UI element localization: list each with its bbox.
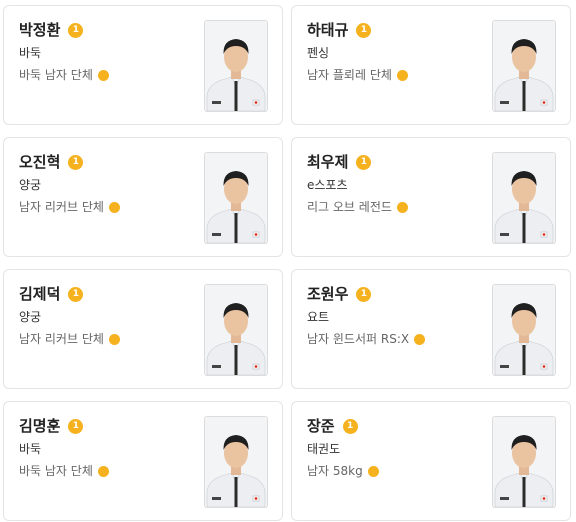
gold-dot-icon xyxy=(396,201,408,213)
athlete-card[interactable]: 김명훈 1 바둑 바둑 남자 단체 xyxy=(3,401,283,521)
athlete-sport: 바둑 xyxy=(19,46,42,60)
gold-dot-icon xyxy=(414,333,426,345)
athlete-event: 남자 윈드서퍼 RS:X xyxy=(307,331,426,347)
gold-dot-icon xyxy=(97,69,109,81)
athlete-card[interactable]: 김제덕 1 양궁 남자 리커브 단체 xyxy=(3,269,283,389)
gold-medal-icon: 1 xyxy=(356,154,372,170)
athlete-portrait-image xyxy=(205,153,267,243)
athlete-portrait-image xyxy=(205,21,267,111)
athlete-name: 박정환 1 xyxy=(19,20,84,40)
athlete-sport: 펜싱 xyxy=(307,46,330,60)
athlete-event: 남자 리커브 단체 xyxy=(19,331,120,347)
athlete-portrait-image xyxy=(205,285,267,375)
athlete-event: 남자 리커브 단체 xyxy=(19,199,120,215)
athlete-portrait-image xyxy=(205,417,267,507)
athlete-photo xyxy=(492,20,556,112)
gold-medal-icon: 1 xyxy=(68,22,84,38)
athlete-portrait-image xyxy=(493,153,555,243)
athlete-photo xyxy=(492,152,556,244)
athlete-sport: 양궁 xyxy=(19,178,42,192)
athlete-sport: 바둑 xyxy=(19,442,42,456)
athlete-photo xyxy=(492,416,556,508)
athlete-event: 남자 플뢰레 단체 xyxy=(307,67,408,83)
athlete-event: 남자 58kg xyxy=(307,463,379,479)
gold-dot-icon xyxy=(108,333,120,345)
athlete-card[interactable]: 박정환 1 바둑 바둑 남자 단체 xyxy=(3,5,283,125)
athlete-event: 리그 오브 레전드 xyxy=(307,199,408,215)
athlete-portrait-image xyxy=(493,285,555,375)
athlete-sport: e스포츠 xyxy=(307,178,348,192)
athlete-name: 하태규 1 xyxy=(307,20,372,40)
gold-dot-icon xyxy=(396,69,408,81)
gold-medal-icon: 1 xyxy=(68,154,84,170)
athlete-event: 바둑 남자 단체 xyxy=(19,67,109,83)
athlete-card[interactable]: 장준 1 태권도 남자 58kg xyxy=(291,401,571,521)
athlete-event: 바둑 남자 단체 xyxy=(19,463,109,479)
athlete-card[interactable]: 조원우 1 요트 남자 윈드서퍼 RS:X xyxy=(291,269,571,389)
gold-medal-icon: 1 xyxy=(68,286,84,302)
athlete-card[interactable]: 하태규 1 펜싱 남자 플뢰레 단체 xyxy=(291,5,571,125)
athlete-name: 오진혁 1 xyxy=(19,152,84,172)
gold-medal-icon: 1 xyxy=(356,286,372,302)
gold-dot-icon xyxy=(367,465,379,477)
athlete-photo xyxy=(204,416,268,508)
athlete-photo xyxy=(492,284,556,376)
athlete-photo xyxy=(204,20,268,112)
athlete-portrait-image xyxy=(493,21,555,111)
athlete-card[interactable]: 최우제 1 e스포츠 리그 오브 레전드 xyxy=(291,137,571,257)
athlete-card[interactable]: 오진혁 1 양궁 남자 리커브 단체 xyxy=(3,137,283,257)
athlete-sport: 태권도 xyxy=(307,442,341,456)
athlete-name: 김제덕 1 xyxy=(19,284,84,304)
athlete-photo xyxy=(204,284,268,376)
gold-dot-icon xyxy=(108,201,120,213)
gold-medal-icon: 1 xyxy=(356,22,372,38)
athlete-sport: 요트 xyxy=(307,310,330,324)
athlete-sport: 양궁 xyxy=(19,310,42,324)
athlete-portrait-image xyxy=(493,417,555,507)
gold-dot-icon xyxy=(97,465,109,477)
athlete-name: 조원우 1 xyxy=(307,284,372,304)
athlete-name: 최우제 1 xyxy=(307,152,372,172)
athlete-photo xyxy=(204,152,268,244)
athlete-card-grid: 박정환 1 바둑 바둑 남자 단체 하태규 1 펜싱 남자 플뢰레 단체 오진혁 1 … xyxy=(0,0,576,522)
gold-medal-icon: 1 xyxy=(342,418,358,434)
athlete-name: 장준 1 xyxy=(307,416,358,436)
athlete-name: 김명훈 1 xyxy=(19,416,84,436)
gold-medal-icon: 1 xyxy=(68,418,84,434)
